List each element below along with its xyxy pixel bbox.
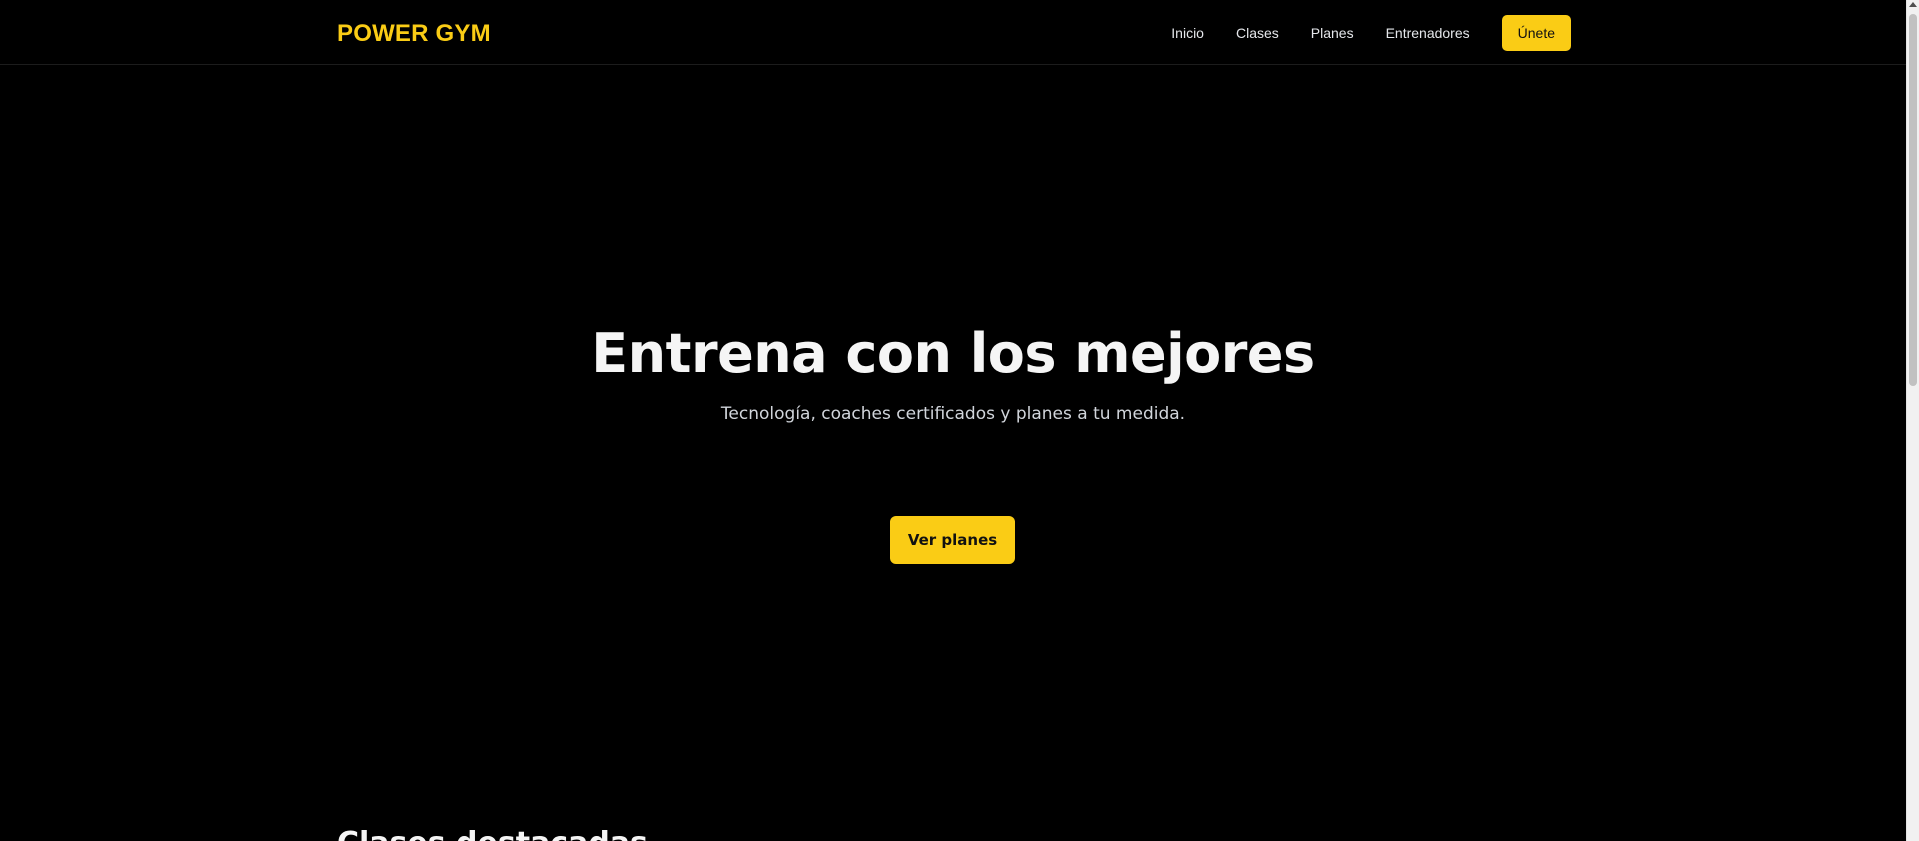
nav-link-inicio[interactable]: Inicio: [1171, 24, 1204, 42]
view-plans-button[interactable]: Ver planes: [890, 516, 1015, 564]
nav-link-clases[interactable]: Clases: [1236, 24, 1279, 42]
join-button[interactable]: Únete: [1501, 14, 1571, 51]
vertical-scrollbar[interactable]: [1906, 0, 1919, 841]
hero-title: Entrena con los mejores: [591, 322, 1315, 385]
hero-subtitle: Tecnología, coaches certificados y plane…: [720, 404, 1186, 424]
scroll-thumb[interactable]: [1909, 14, 1917, 386]
brand-logo[interactable]: POWER GYM: [337, 20, 491, 48]
nav-link-entrenadores[interactable]: Entrenadores: [1386, 24, 1470, 42]
page-viewport: POWER GYM Inicio Clases Planes Entrenado…: [0, 0, 1906, 841]
scroll-up-arrow-icon[interactable]: [1909, 2, 1917, 7]
featured-classes-heading: Clases destacadas: [337, 826, 648, 841]
hero-section: Entrena con los mejores Tecnología, coac…: [0, 65, 1906, 765]
nav-link-planes[interactable]: Planes: [1311, 24, 1354, 42]
navbar: POWER GYM Inicio Clases Planes Entrenado…: [0, 0, 1906, 65]
nav-links: Inicio Clases Planes Entrenadores Únete: [1171, 0, 1571, 65]
